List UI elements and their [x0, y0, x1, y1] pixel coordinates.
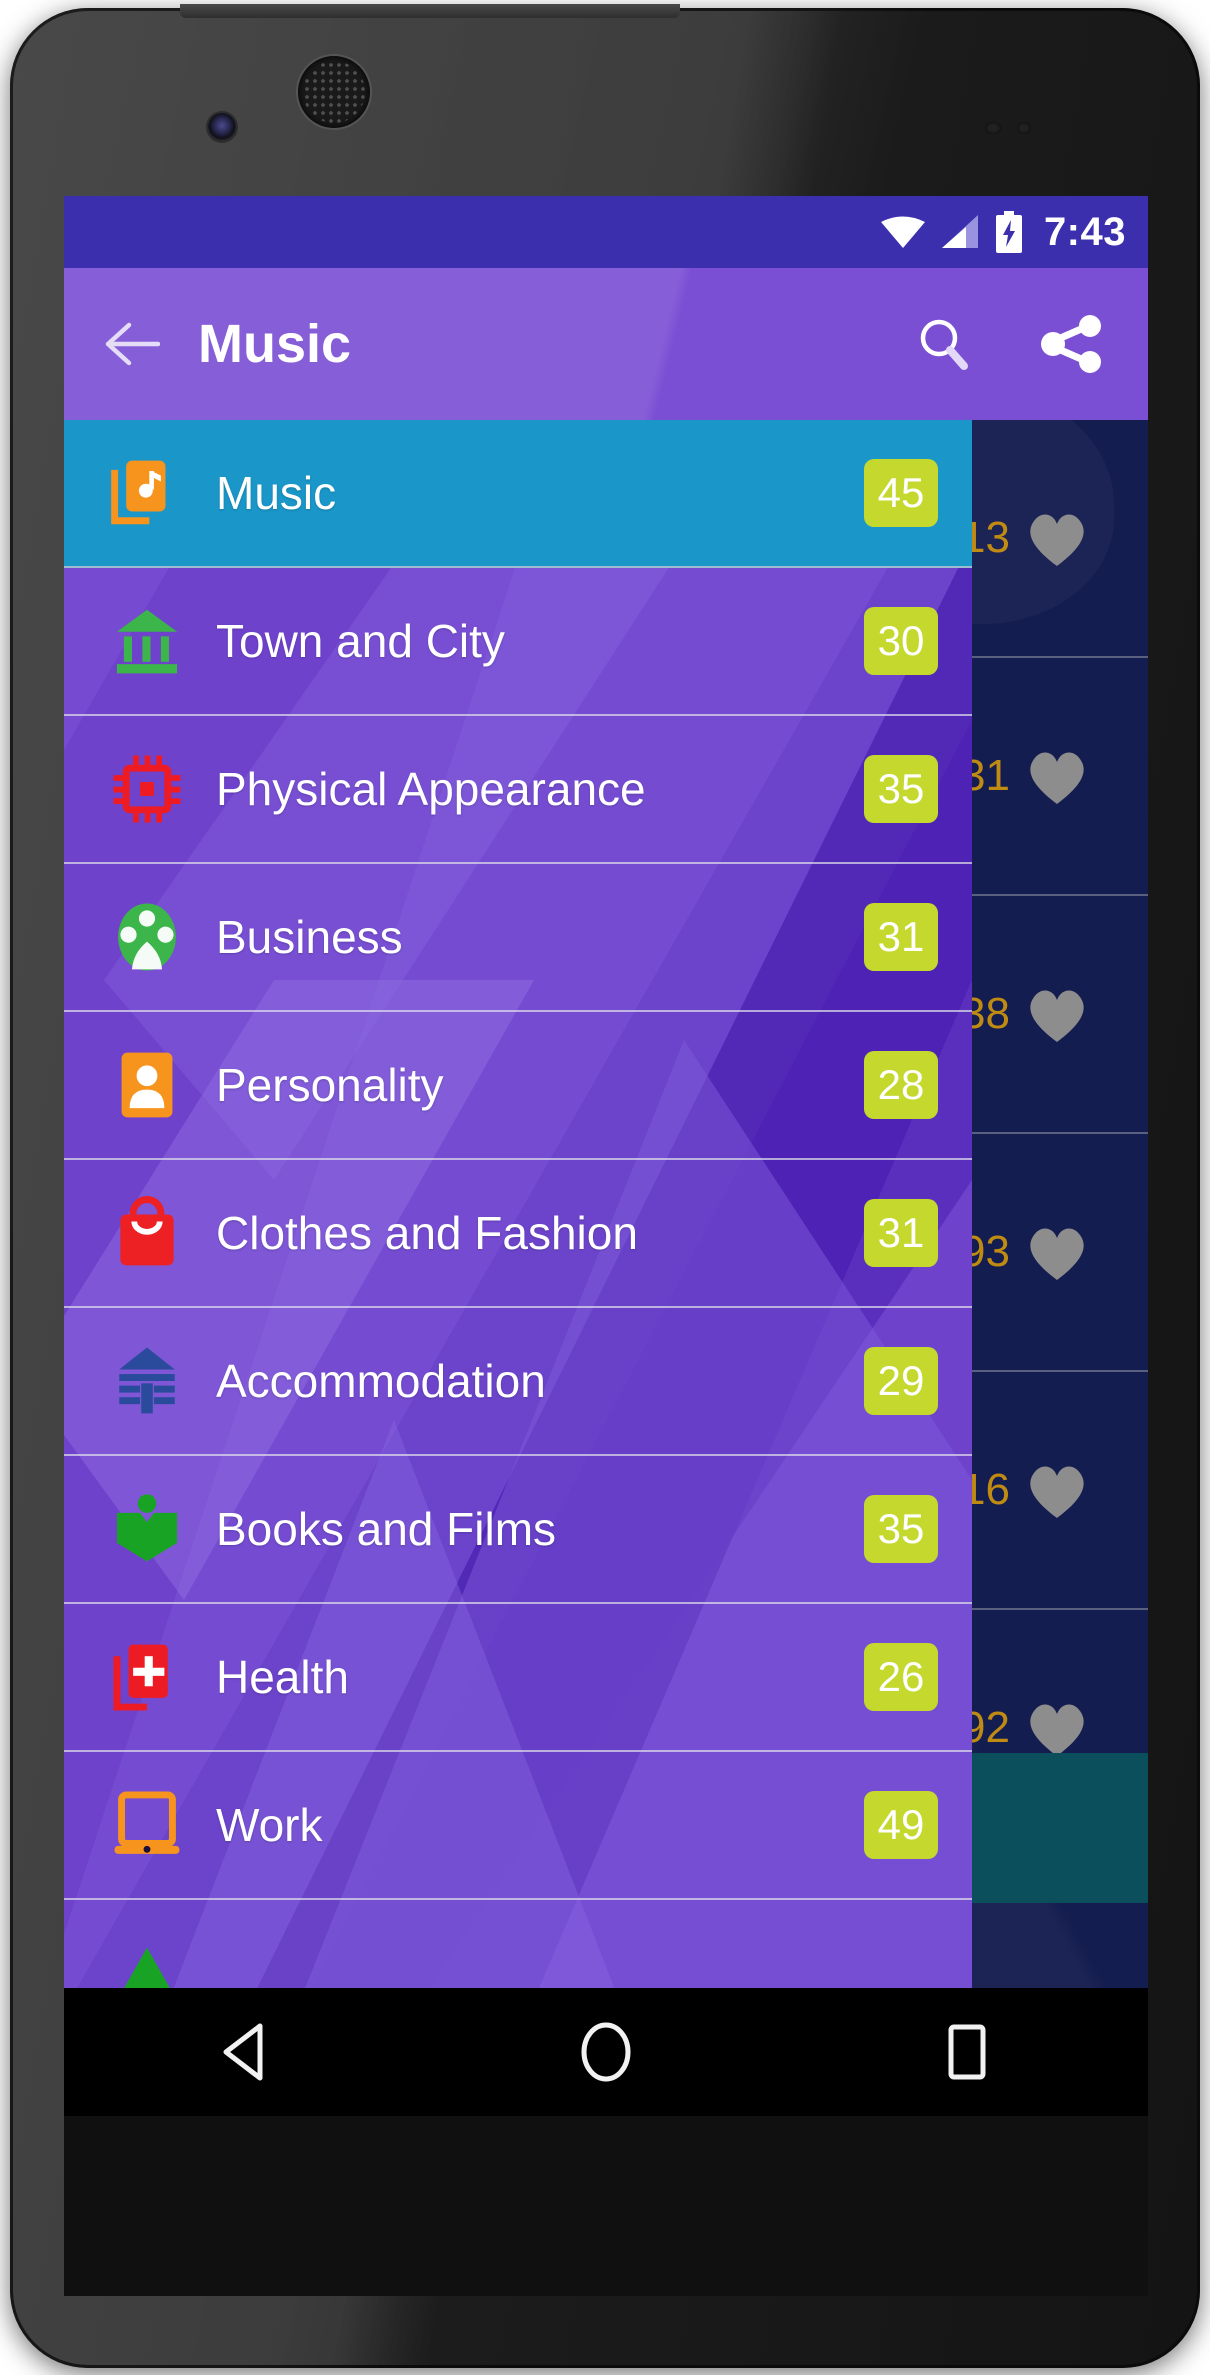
heart-icon: [1030, 1466, 1084, 1518]
ambient-light-sensor-icon: [1017, 122, 1031, 134]
status-bar-clock: 7:43: [1043, 210, 1126, 254]
nav-recents-square-icon: [948, 2024, 986, 2080]
category-row[interactable]: Health 26: [64, 1604, 972, 1752]
cabin-house-icon: [110, 1344, 184, 1418]
open-book-icon: [110, 1492, 184, 1566]
museum-bank-icon: [116, 609, 178, 674]
category-count-badge: 26: [864, 1643, 938, 1711]
favorite-heart-icon: [1024, 1460, 1090, 1520]
front-camera-icon: [208, 113, 236, 141]
nav-back-button[interactable]: [170, 1988, 320, 2116]
category-drawer[interactable]: Music 45 Town and City 30 Physical Appea…: [64, 420, 972, 2116]
category-count-badge: 31: [864, 1199, 938, 1267]
nav-back-triangle-icon: [223, 2023, 263, 2081]
app-bar-actions: [908, 308, 1118, 380]
heart-icon: [1030, 752, 1084, 804]
favorite-heart-icon: [1024, 746, 1090, 806]
category-label: Town and City: [216, 615, 505, 667]
category-label: Music: [216, 467, 337, 519]
category-row[interactable]: Physical Appearance 35: [64, 716, 972, 864]
page-title: Music: [198, 314, 352, 374]
contact-card-icon: [110, 1048, 184, 1122]
nav-home-circle-icon: [581, 2022, 631, 2082]
arrow-left-icon: [105, 322, 160, 366]
heart-icon: [1030, 1704, 1084, 1756]
cabin-house-icon: [119, 1347, 175, 1414]
category-count-badge: 31: [864, 903, 938, 971]
category-count-badge: 35: [864, 755, 938, 823]
laptop-icon: [114, 1791, 180, 1854]
category-row[interactable]: Town and City 30: [64, 568, 972, 716]
medical-book-icon: [113, 1644, 168, 1711]
favorite-heart-icon: [1024, 1698, 1090, 1758]
music-book-icon: [111, 460, 166, 525]
category-row[interactable]: Accommodation 29: [64, 1308, 972, 1456]
battery-charging-icon: [994, 211, 1024, 253]
category-count-badge: 35: [864, 1495, 938, 1563]
category-label: Clothes and Fashion: [216, 1207, 638, 1259]
favorite-heart-icon: [1024, 984, 1090, 1044]
share-icon: [1041, 315, 1101, 373]
category-row[interactable]: Work 49: [64, 1752, 972, 1900]
phone-screen: 713 31 38 93 16 92 Music 45 Town and Cit…: [64, 196, 1148, 2116]
search-icon: [920, 319, 968, 370]
category-count-badge: 30: [864, 607, 938, 675]
music-book-icon: [110, 456, 184, 530]
favorite-heart-icon: [1024, 508, 1090, 568]
category-count-badge: 29: [864, 1347, 938, 1415]
shopping-bag-icon: [110, 1196, 184, 1270]
laptop-icon: [110, 1788, 184, 1862]
favorite-heart-icon: [1024, 1222, 1090, 1282]
earpiece-speaker-icon: [298, 56, 370, 128]
status-bar: 7:43: [64, 196, 1148, 268]
phone-top-edge: [180, 4, 680, 18]
app-bar: Music: [64, 268, 1148, 420]
shopping-bag-icon: [120, 1196, 174, 1266]
category-row[interactable]: Personality 28: [64, 1012, 972, 1160]
search-button[interactable]: [908, 308, 980, 380]
wifi-icon: [880, 214, 926, 250]
heart-icon: [1030, 990, 1084, 1042]
medical-book-icon: [110, 1640, 184, 1714]
cellular-signal-icon: [940, 214, 980, 250]
cpu-chip-icon: [110, 752, 184, 826]
contact-card-icon: [121, 1052, 173, 1118]
cpu-chip-icon: [113, 755, 181, 823]
heart-icon: [1030, 514, 1084, 566]
category-label: Work: [216, 1799, 323, 1851]
category-label: Personality: [216, 1059, 444, 1111]
phone-chin: [64, 2116, 1148, 2296]
category-row[interactable]: Music 45: [64, 420, 972, 568]
category-label: Business: [216, 911, 403, 963]
open-book-icon: [116, 1494, 178, 1562]
proximity-sensor-icon: [985, 122, 1001, 134]
category-count-badge: 45: [864, 459, 938, 527]
nav-home-button[interactable]: [531, 1988, 681, 2116]
category-count-badge: 28: [864, 1051, 938, 1119]
category-label: Books and Films: [216, 1503, 557, 1555]
museum-bank-icon: [110, 604, 184, 678]
group-people-icon: [110, 900, 184, 974]
category-label: Physical Appearance: [216, 763, 646, 815]
category-row[interactable]: Books and Films 35: [64, 1456, 972, 1604]
category-row[interactable]: Clothes and Fashion 31: [64, 1160, 972, 1308]
heart-icon: [1030, 1228, 1084, 1280]
category-label: Health: [216, 1651, 349, 1703]
system-navigation-bar: [64, 1988, 1148, 2116]
category-row[interactable]: Business 31: [64, 864, 972, 1012]
back-button[interactable]: [94, 306, 170, 382]
category-label: Accommodation: [216, 1355, 546, 1407]
group-people-icon: [118, 903, 176, 971]
category-count-badge: 49: [864, 1791, 938, 1859]
share-button[interactable]: [1036, 308, 1108, 380]
nav-recents-button[interactable]: [892, 1988, 1042, 2116]
